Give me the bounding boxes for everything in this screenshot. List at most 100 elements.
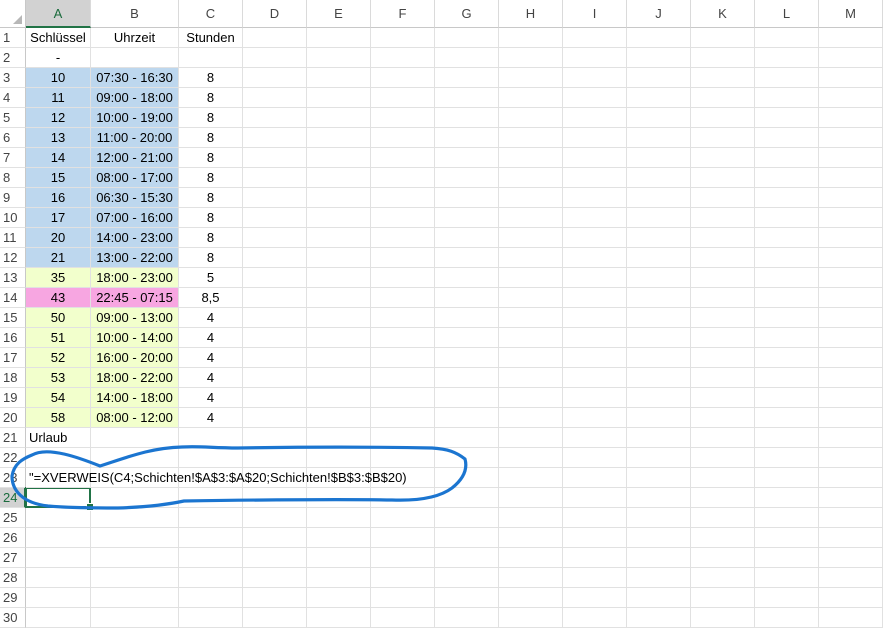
cell-d12[interactable] [243,248,307,268]
cell-j24[interactable] [627,488,691,508]
shift-hours-8[interactable]: 8 [179,168,243,188]
shift-time-16[interactable]: 10:00 - 14:00 [91,328,179,348]
row-header-11[interactable]: 11 [0,228,26,248]
cell-m28[interactable] [819,568,883,588]
cell-j29[interactable] [627,588,691,608]
cell-h20[interactable] [499,408,563,428]
cell-j5[interactable] [627,108,691,128]
cell-f1[interactable] [371,28,435,48]
cell-m14[interactable] [819,288,883,308]
cell-l3[interactable] [755,68,819,88]
cell-d19[interactable] [243,388,307,408]
cell-l29[interactable] [755,588,819,608]
cell-c21[interactable] [179,428,243,448]
cell-k26[interactable] [691,528,755,548]
shift-hours-3[interactable]: 8 [179,68,243,88]
cell-m9[interactable] [819,188,883,208]
cell-m19[interactable] [819,388,883,408]
cell-l15[interactable] [755,308,819,328]
cell-g27[interactable] [435,548,499,568]
cell-d5[interactable] [243,108,307,128]
cell-a24[interactable] [26,488,91,508]
cell-d24[interactable] [243,488,307,508]
cell-m25[interactable] [819,508,883,528]
cell-l19[interactable] [755,388,819,408]
cell-d14[interactable] [243,288,307,308]
cell-i5[interactable] [563,108,627,128]
cell-h19[interactable] [499,388,563,408]
cell-j7[interactable] [627,148,691,168]
cell-h8[interactable] [499,168,563,188]
cell-j4[interactable] [627,88,691,108]
cell-g14[interactable] [435,288,499,308]
column-header-d[interactable]: D [243,0,307,28]
cell-i24[interactable] [563,488,627,508]
cell-m5[interactable] [819,108,883,128]
cell-k22[interactable] [691,448,755,468]
cell-d6[interactable] [243,128,307,148]
cell-m27[interactable] [819,548,883,568]
cell-i28[interactable] [563,568,627,588]
shift-time-19[interactable]: 14:00 - 18:00 [91,388,179,408]
cell-l2[interactable] [755,48,819,68]
shift-key-3[interactable]: 10 [26,68,91,88]
row-header-5[interactable]: 5 [0,108,26,128]
cell-c22[interactable] [179,448,243,468]
cell-f16[interactable] [371,328,435,348]
cell-j15[interactable] [627,308,691,328]
cell-f12[interactable] [371,248,435,268]
cell-l30[interactable] [755,608,819,628]
shift-hours-15[interactable]: 4 [179,308,243,328]
cell-k28[interactable] [691,568,755,588]
row-header-25[interactable]: 25 [0,508,26,528]
urlaub-label[interactable]: Urlaub [26,428,91,448]
cell-c28[interactable] [179,568,243,588]
cell-h5[interactable] [499,108,563,128]
cell-i27[interactable] [563,548,627,568]
cell-j26[interactable] [627,528,691,548]
cell-i23[interactable] [563,468,627,488]
cell-j13[interactable] [627,268,691,288]
cell-d17[interactable] [243,348,307,368]
cell-f9[interactable] [371,188,435,208]
row-header-28[interactable]: 28 [0,568,26,588]
shift-key-7[interactable]: 14 [26,148,91,168]
row-header-22[interactable]: 22 [0,448,26,468]
cell-e8[interactable] [307,168,371,188]
cell-j14[interactable] [627,288,691,308]
cell-l28[interactable] [755,568,819,588]
cell-f21[interactable] [371,428,435,448]
cell-f14[interactable] [371,288,435,308]
cell-g12[interactable] [435,248,499,268]
cell-e6[interactable] [307,128,371,148]
cell-a29[interactable] [26,588,91,608]
cell-l11[interactable] [755,228,819,248]
row-header-12[interactable]: 12 [0,248,26,268]
shift-hours-12[interactable]: 8 [179,248,243,268]
shift-time-9[interactable]: 06:30 - 15:30 [91,188,179,208]
cell-l7[interactable] [755,148,819,168]
column-header-h[interactable]: H [499,0,563,28]
cell-j27[interactable] [627,548,691,568]
cell-f3[interactable] [371,68,435,88]
shift-time-11[interactable]: 14:00 - 23:00 [91,228,179,248]
cell-d21[interactable] [243,428,307,448]
cell-m22[interactable] [819,448,883,468]
cell-l10[interactable] [755,208,819,228]
cell-k3[interactable] [691,68,755,88]
cell-i11[interactable] [563,228,627,248]
cell-f10[interactable] [371,208,435,228]
cell-e25[interactable] [307,508,371,528]
cell-k2[interactable] [691,48,755,68]
cell-a2-dash[interactable]: - [26,48,91,68]
cell-a22[interactable] [26,448,91,468]
cell-e2[interactable] [307,48,371,68]
cell-g26[interactable] [435,528,499,548]
cell-j10[interactable] [627,208,691,228]
cell-b25[interactable] [91,508,179,528]
cell-e24[interactable] [307,488,371,508]
cell-l25[interactable] [755,508,819,528]
cell-d16[interactable] [243,328,307,348]
row-header-8[interactable]: 8 [0,168,26,188]
cell-f26[interactable] [371,528,435,548]
